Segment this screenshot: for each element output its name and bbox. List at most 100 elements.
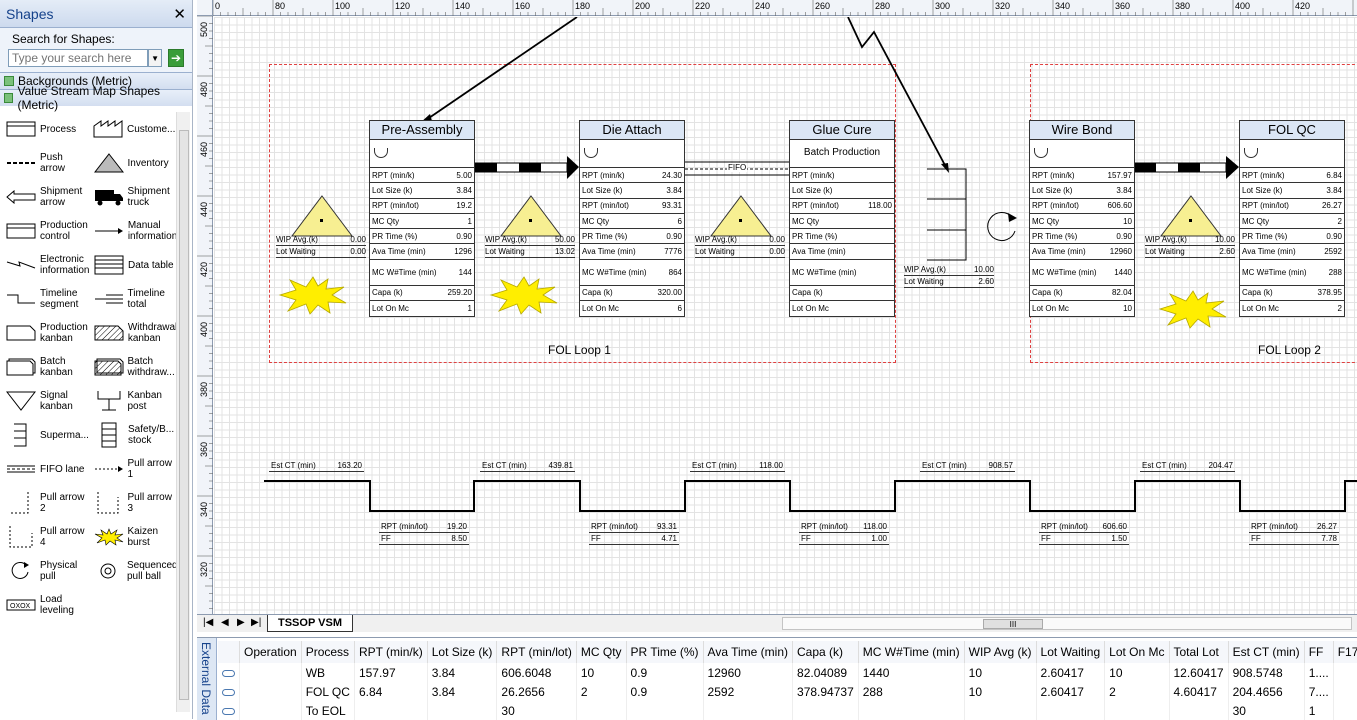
table-cell[interactable]: 288	[858, 682, 965, 701]
search-input[interactable]	[8, 49, 148, 67]
table-cell[interactable]: 12960	[703, 663, 794, 682]
table-cell[interactable]	[626, 701, 704, 720]
shape-pull-arrow-3[interactable]: Pull arrow 3	[88, 486, 176, 520]
column-header[interactable]: MC Qty	[576, 641, 627, 663]
table-cell[interactable]	[703, 701, 794, 720]
inventory-triangle-icon[interactable]	[1159, 194, 1223, 238]
table-cell[interactable]: 606.6048	[496, 663, 577, 682]
table-cell[interactable]: 204.4656	[1228, 682, 1305, 701]
table-cell[interactable]: WB	[301, 663, 355, 682]
table-cell[interactable]	[1333, 682, 1357, 701]
table-row[interactable]: To EOL 30 30 1	[218, 701, 1357, 720]
table-cell[interactable]	[354, 701, 428, 720]
h-scroll-thumb[interactable]: III	[983, 619, 1043, 629]
shape-electronic-information[interactable]: Electronic information	[0, 248, 89, 282]
column-header[interactable]: PR Time (%)	[626, 641, 704, 663]
table-cell[interactable]	[792, 701, 859, 720]
kaizen-burst-icon[interactable]	[278, 275, 348, 315]
table-cell[interactable]	[576, 701, 627, 720]
shape-manual-information[interactable]: Manual information	[88, 214, 177, 248]
shape-kaizen-burst[interactable]: Kaizen burst	[88, 520, 176, 554]
inventory-triangle-icon[interactable]	[709, 194, 773, 238]
stencil-vsm-shapes[interactable]: Value Stream Map Shapes (Metric)	[0, 84, 192, 112]
column-header[interactable]: Capa (k)	[792, 641, 859, 663]
close-icon[interactable]: ✕	[173, 5, 186, 23]
table-row[interactable]: WB 157.97 3.84 606.6048 10 0.9 12960 82.04089 14…	[218, 663, 1357, 682]
shape-timeline-total[interactable]: Timeline total	[88, 282, 176, 316]
table-cell[interactable]: 3.84	[427, 682, 498, 701]
shape-production-kanban[interactable]: Production kanban	[0, 316, 88, 350]
table-cell[interactable]: 2592	[703, 682, 794, 701]
link-cell[interactable]	[218, 663, 240, 682]
shape-batch-kanban[interactable]: Batch kanban	[0, 350, 88, 384]
table-cell[interactable]: 7....	[1304, 682, 1334, 701]
shape-withdrawal-kanban[interactable]: Withdrawal kanban	[88, 316, 177, 350]
column-header[interactable]: Process	[301, 641, 355, 663]
table-cell[interactable]: 30	[496, 701, 577, 720]
next-page-button[interactable]: ▶	[237, 617, 245, 628]
table-cell[interactable]: 30	[1228, 701, 1305, 720]
page-tab-tssop-vsm[interactable]: TSSOP VSM	[267, 615, 353, 632]
table-cell[interactable]: 1	[1304, 701, 1334, 720]
table-cell[interactable]: 1440	[858, 663, 965, 682]
shape-push-arrow[interactable]: Push arrow	[0, 146, 88, 180]
column-header[interactable]: WIP Avg (k)	[964, 641, 1037, 663]
table-cell[interactable]: 378.94737	[792, 682, 859, 701]
table-cell[interactable]: 2.60417	[1036, 663, 1106, 682]
shapes-scroll-thumb[interactable]	[179, 130, 189, 700]
process-box[interactable]: Die Attach RPT (min/k) 24.30 Lot Size (k) 3.…	[579, 120, 685, 318]
table-row[interactable]: FOL QC 6.84 3.84 26.2656 2 0.9 2592 378.94737 28…	[218, 682, 1357, 701]
column-header[interactable]: FF	[1304, 641, 1334, 663]
shape-signal-kanban[interactable]: Signal kanban	[0, 384, 88, 418]
table-cell[interactable]	[1104, 701, 1170, 720]
first-page-button[interactable]: |◀	[203, 617, 213, 628]
shape-kanban-post[interactable]: Kanban post	[88, 384, 176, 418]
table-cell[interactable]	[239, 701, 302, 720]
table-cell[interactable]: 3.84	[427, 663, 498, 682]
horizontal-scrollbar[interactable]: III	[782, 617, 1352, 630]
last-page-button[interactable]: ▶|	[251, 617, 261, 628]
table-cell[interactable]: 0.9	[626, 663, 704, 682]
shape-shipment-truck[interactable]: Shipment truck	[88, 180, 176, 214]
shape-inventory[interactable]: Inventory	[88, 146, 176, 180]
column-header[interactable]: Lot On Mc	[1104, 641, 1170, 663]
shape-sequenced-pull-ball[interactable]: Sequenced pull ball	[87, 554, 178, 588]
drawing-page[interactable]: FOL Loop 1 FOL Loop 2 Pre-Assembly RPT (…	[214, 17, 1357, 614]
table-cell[interactable]	[1169, 701, 1229, 720]
column-header[interactable]: Lot Size (k)	[427, 641, 498, 663]
process-box[interactable]: Pre-Assembly RPT (min/k) 5.00 Lot Size (k) 3…	[369, 120, 475, 318]
table-cell[interactable]	[239, 682, 302, 701]
process-box[interactable]: Glue Cure Batch Production RPT (min/k) Lot …	[789, 120, 895, 318]
shape-production-control[interactable]: Production control	[0, 214, 88, 248]
column-header[interactable]: Total Lot	[1169, 641, 1229, 663]
table-cell[interactable]: 4.60417	[1169, 682, 1229, 701]
table-cell[interactable]	[1333, 663, 1357, 682]
link-cell[interactable]	[218, 682, 240, 701]
shape-supermarket[interactable]: Superma...	[0, 418, 89, 452]
table-cell[interactable]: 10	[1104, 663, 1170, 682]
column-header[interactable]: RPT (min/k)	[354, 641, 428, 663]
shape-process[interactable]: Process	[0, 112, 87, 146]
table-cell[interactable]	[964, 701, 1037, 720]
table-cell[interactable]	[1036, 701, 1106, 720]
column-header[interactable]: F17	[1333, 641, 1357, 663]
column-header[interactable]: RPT (min/lot)	[496, 641, 577, 663]
shape-timeline-segment[interactable]: Timeline segment	[0, 282, 88, 316]
column-header[interactable]: Est CT (min)	[1228, 641, 1305, 663]
table-cell[interactable]: 2	[1104, 682, 1170, 701]
link-cell[interactable]	[218, 701, 240, 720]
process-box[interactable]: FOL QC RPT (min/k) 6.84 Lot Size (k) 3.84 RPT…	[1239, 120, 1345, 318]
external-data-side-tab[interactable]: External Data	[197, 638, 217, 720]
search-go-button[interactable]: ➔	[168, 49, 184, 67]
shape-data-table[interactable]: Data table	[88, 248, 175, 282]
shape-customer[interactable]: Custome...	[87, 112, 175, 146]
external-data-table[interactable]: Operation Process RPT (min/k) Lot Size (k) R…	[218, 641, 1357, 720]
table-cell[interactable]: 26.2656	[496, 682, 577, 701]
column-header[interactable]	[218, 641, 240, 663]
table-cell[interactable]: 157.97	[354, 663, 428, 682]
prev-page-button[interactable]: ◀	[221, 617, 229, 628]
shape-pull-arrow-2[interactable]: Pull arrow 2	[0, 486, 88, 520]
shape-fifo-lane[interactable]: FIFO lane	[0, 452, 88, 486]
table-cell[interactable]: 6.84	[354, 682, 428, 701]
process-box[interactable]: Wire Bond RPT (min/k) 157.97 Lot Size (k) 3.…	[1029, 120, 1135, 318]
